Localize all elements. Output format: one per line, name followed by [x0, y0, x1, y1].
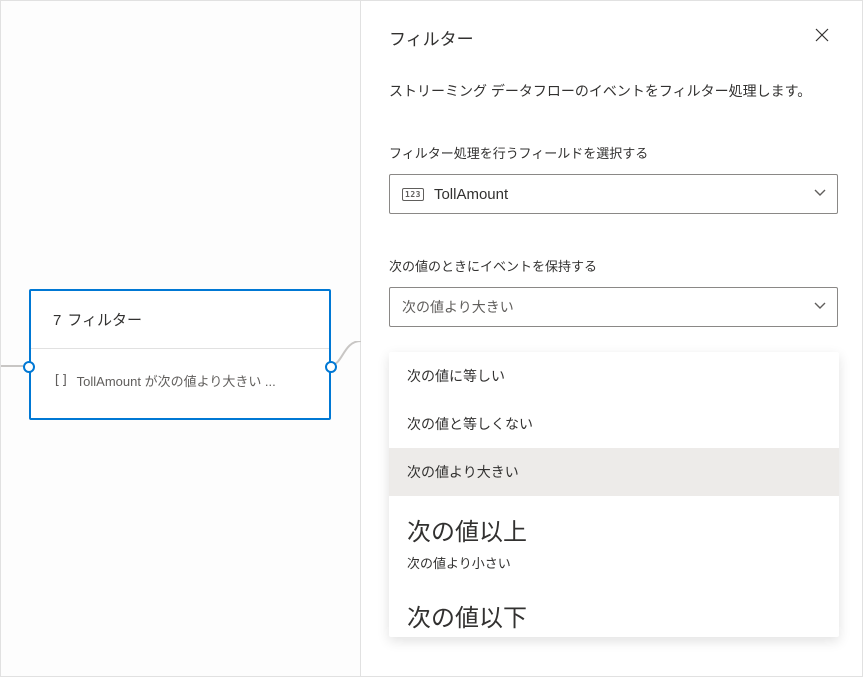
filter-node-index: 7 [53, 312, 61, 329]
node-port-out[interactable] [325, 361, 337, 373]
chevron-down-icon [813, 298, 827, 316]
connector-wire-left [1, 365, 23, 367]
condition-option-less-than[interactable]: 次の値より小さい [389, 553, 839, 586]
condition-option-less-equal[interactable]: 次の値以下 [389, 586, 839, 637]
condition-select-label: 次の値のときにイベントを保持する [389, 256, 838, 275]
close-icon [814, 27, 830, 43]
field-select-block: フィルター処理を行うフィールドを選択する 123 TollAmount [389, 143, 838, 214]
field-select-value: TollAmount [434, 186, 813, 203]
array-icon: [] [53, 373, 69, 388]
condition-select-value: 次の値より大きい [402, 297, 813, 317]
filter-node[interactable]: 7 フィルター [] TollAmount が次の値より大きい ... [29, 289, 331, 420]
filter-node-header: 7 フィルター [31, 291, 329, 349]
condition-select-block: 次の値のときにイベントを保持する 次の値より大きい [389, 256, 838, 327]
condition-option-greater-equal[interactable]: 次の値以上 [389, 496, 839, 553]
filter-node-body: [] TollAmount が次の値より大きい ... [31, 349, 329, 418]
condition-option-equals[interactable]: 次の値に等しい [389, 352, 839, 400]
condition-select[interactable]: 次の値より大きい [389, 287, 838, 327]
panel-title: フィルター [389, 19, 474, 50]
filter-node-title: フィルター [67, 312, 142, 329]
panel-description: ストリーミング データフローのイベントをフィルター処理します。 [389, 81, 838, 101]
flow-canvas[interactable]: 7 フィルター [] TollAmount が次の値より大きい ... [1, 1, 361, 676]
panel-header: フィルター [389, 19, 838, 51]
node-port-in[interactable] [23, 361, 35, 373]
condition-option-not-equals[interactable]: 次の値と等しくない [389, 400, 839, 448]
filter-node-summary: TollAmount が次の値より大きい ... [77, 371, 276, 390]
field-select[interactable]: 123 TollAmount [389, 174, 838, 214]
condition-option-greater-than[interactable]: 次の値より大きい [389, 448, 839, 496]
numeric-type-icon: 123 [402, 188, 424, 201]
close-button[interactable] [806, 19, 838, 51]
app-root: 7 フィルター [] TollAmount が次の値より大きい ... フィルター… [0, 0, 863, 677]
chevron-down-icon [813, 185, 827, 203]
condition-dropdown: 次の値に等しい 次の値と等しくない 次の値より大きい 次の値以上 次の値より小さ… [389, 352, 839, 637]
field-select-label: フィルター処理を行うフィールドを選択する [389, 143, 838, 162]
